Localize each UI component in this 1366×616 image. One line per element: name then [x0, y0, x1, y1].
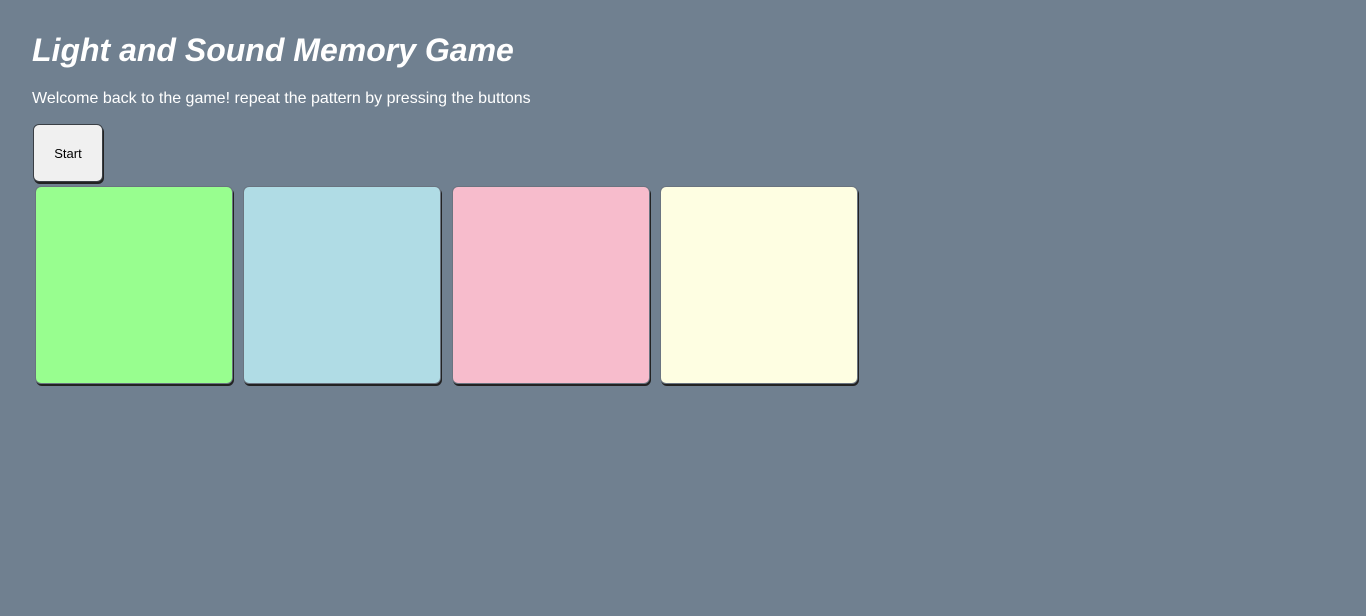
game-button-area: [35, 186, 865, 386]
game-button-yellow[interactable]: [660, 186, 858, 384]
game-button-blue[interactable]: [243, 186, 441, 384]
game-page: Light and Sound Memory Game Welcome back…: [0, 0, 1366, 616]
page-title: Light and Sound Memory Game: [32, 32, 514, 68]
start-button[interactable]: Start: [33, 124, 103, 182]
game-button-pink[interactable]: [452, 186, 650, 384]
instructions-text: Welcome back to the game! repeat the pat…: [32, 90, 531, 107]
game-button-green[interactable]: [35, 186, 233, 384]
